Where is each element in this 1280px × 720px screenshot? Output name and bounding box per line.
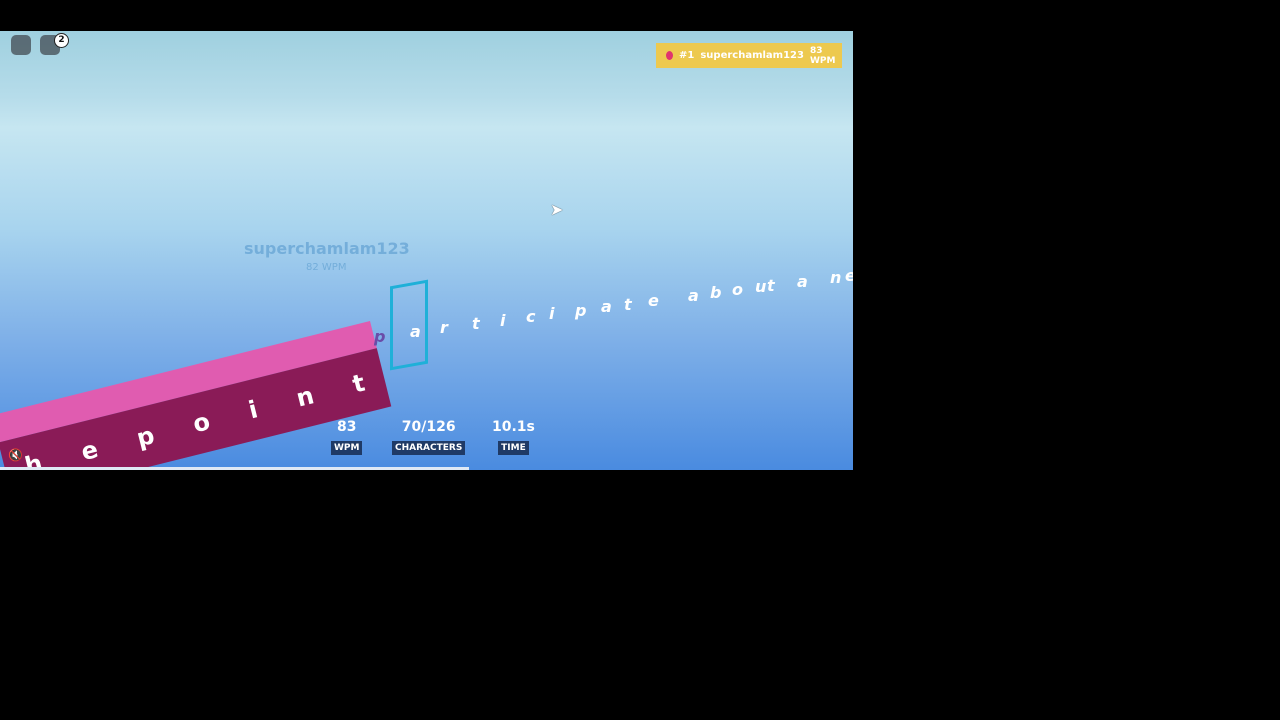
upcoming-letter: t: [767, 275, 775, 295]
leaderboard-entry: #1 superchamlam123 83 WPM: [656, 43, 842, 68]
upcoming-letter: c: [526, 307, 536, 327]
upcoming-letter: a: [601, 297, 612, 317]
player-name: superchamlam123: [700, 50, 804, 61]
upcoming-letter: u: [755, 277, 767, 297]
track-letter: n: [293, 381, 317, 413]
stat-time: 10.1s TIME: [492, 419, 535, 455]
track-letter: o: [190, 407, 213, 439]
upcoming-letter: i: [500, 310, 506, 330]
upcoming-letter: t: [624, 294, 632, 314]
upcoming-letter: r: [440, 318, 448, 338]
track-letter: e: [78, 435, 101, 467]
upcoming-letter: a: [797, 272, 808, 291]
upcoming-letter: o: [732, 280, 743, 300]
ghost-player-wpm: 82 WPM: [306, 262, 347, 273]
upcoming-letter: a: [688, 286, 699, 306]
upcoming-letter: b: [710, 283, 722, 303]
ghost-player-name: superchamlam123: [244, 239, 410, 258]
notification-badge: 2: [54, 33, 69, 48]
progress-bar: [0, 467, 470, 470]
track-letter: p: [133, 421, 158, 453]
upcoming-letter: n: [830, 267, 842, 287]
upcoming-letter: a: [410, 322, 421, 342]
mute-icon[interactable]: 🔇: [8, 448, 23, 462]
upcoming-letter: p: [575, 300, 587, 320]
upcoming-letter: t: [472, 314, 480, 334]
roblox-menu-button[interactable]: [11, 35, 31, 55]
player-wpm: 83 WPM: [809, 45, 836, 66]
game-viewport[interactable]: 2 #1 superchamlam123 83 WPM superchamlam…: [0, 31, 853, 470]
player-dot-icon: [666, 51, 673, 60]
stat-characters: 70/126 CHARACTERS: [392, 419, 466, 455]
track-letter: i: [245, 395, 261, 425]
mouse-cursor-icon: ➤: [550, 200, 564, 219]
track-letter: t: [349, 368, 368, 399]
rank: #1: [679, 50, 695, 61]
upcoming-letter: p: [374, 327, 386, 346]
upcoming-letter: e: [648, 291, 659, 311]
upcoming-letter: i: [549, 304, 555, 324]
upcoming-letter: e: [845, 266, 853, 285]
stat-wpm: 83 WPM: [331, 419, 363, 455]
typing-cursor-box: [390, 279, 428, 371]
